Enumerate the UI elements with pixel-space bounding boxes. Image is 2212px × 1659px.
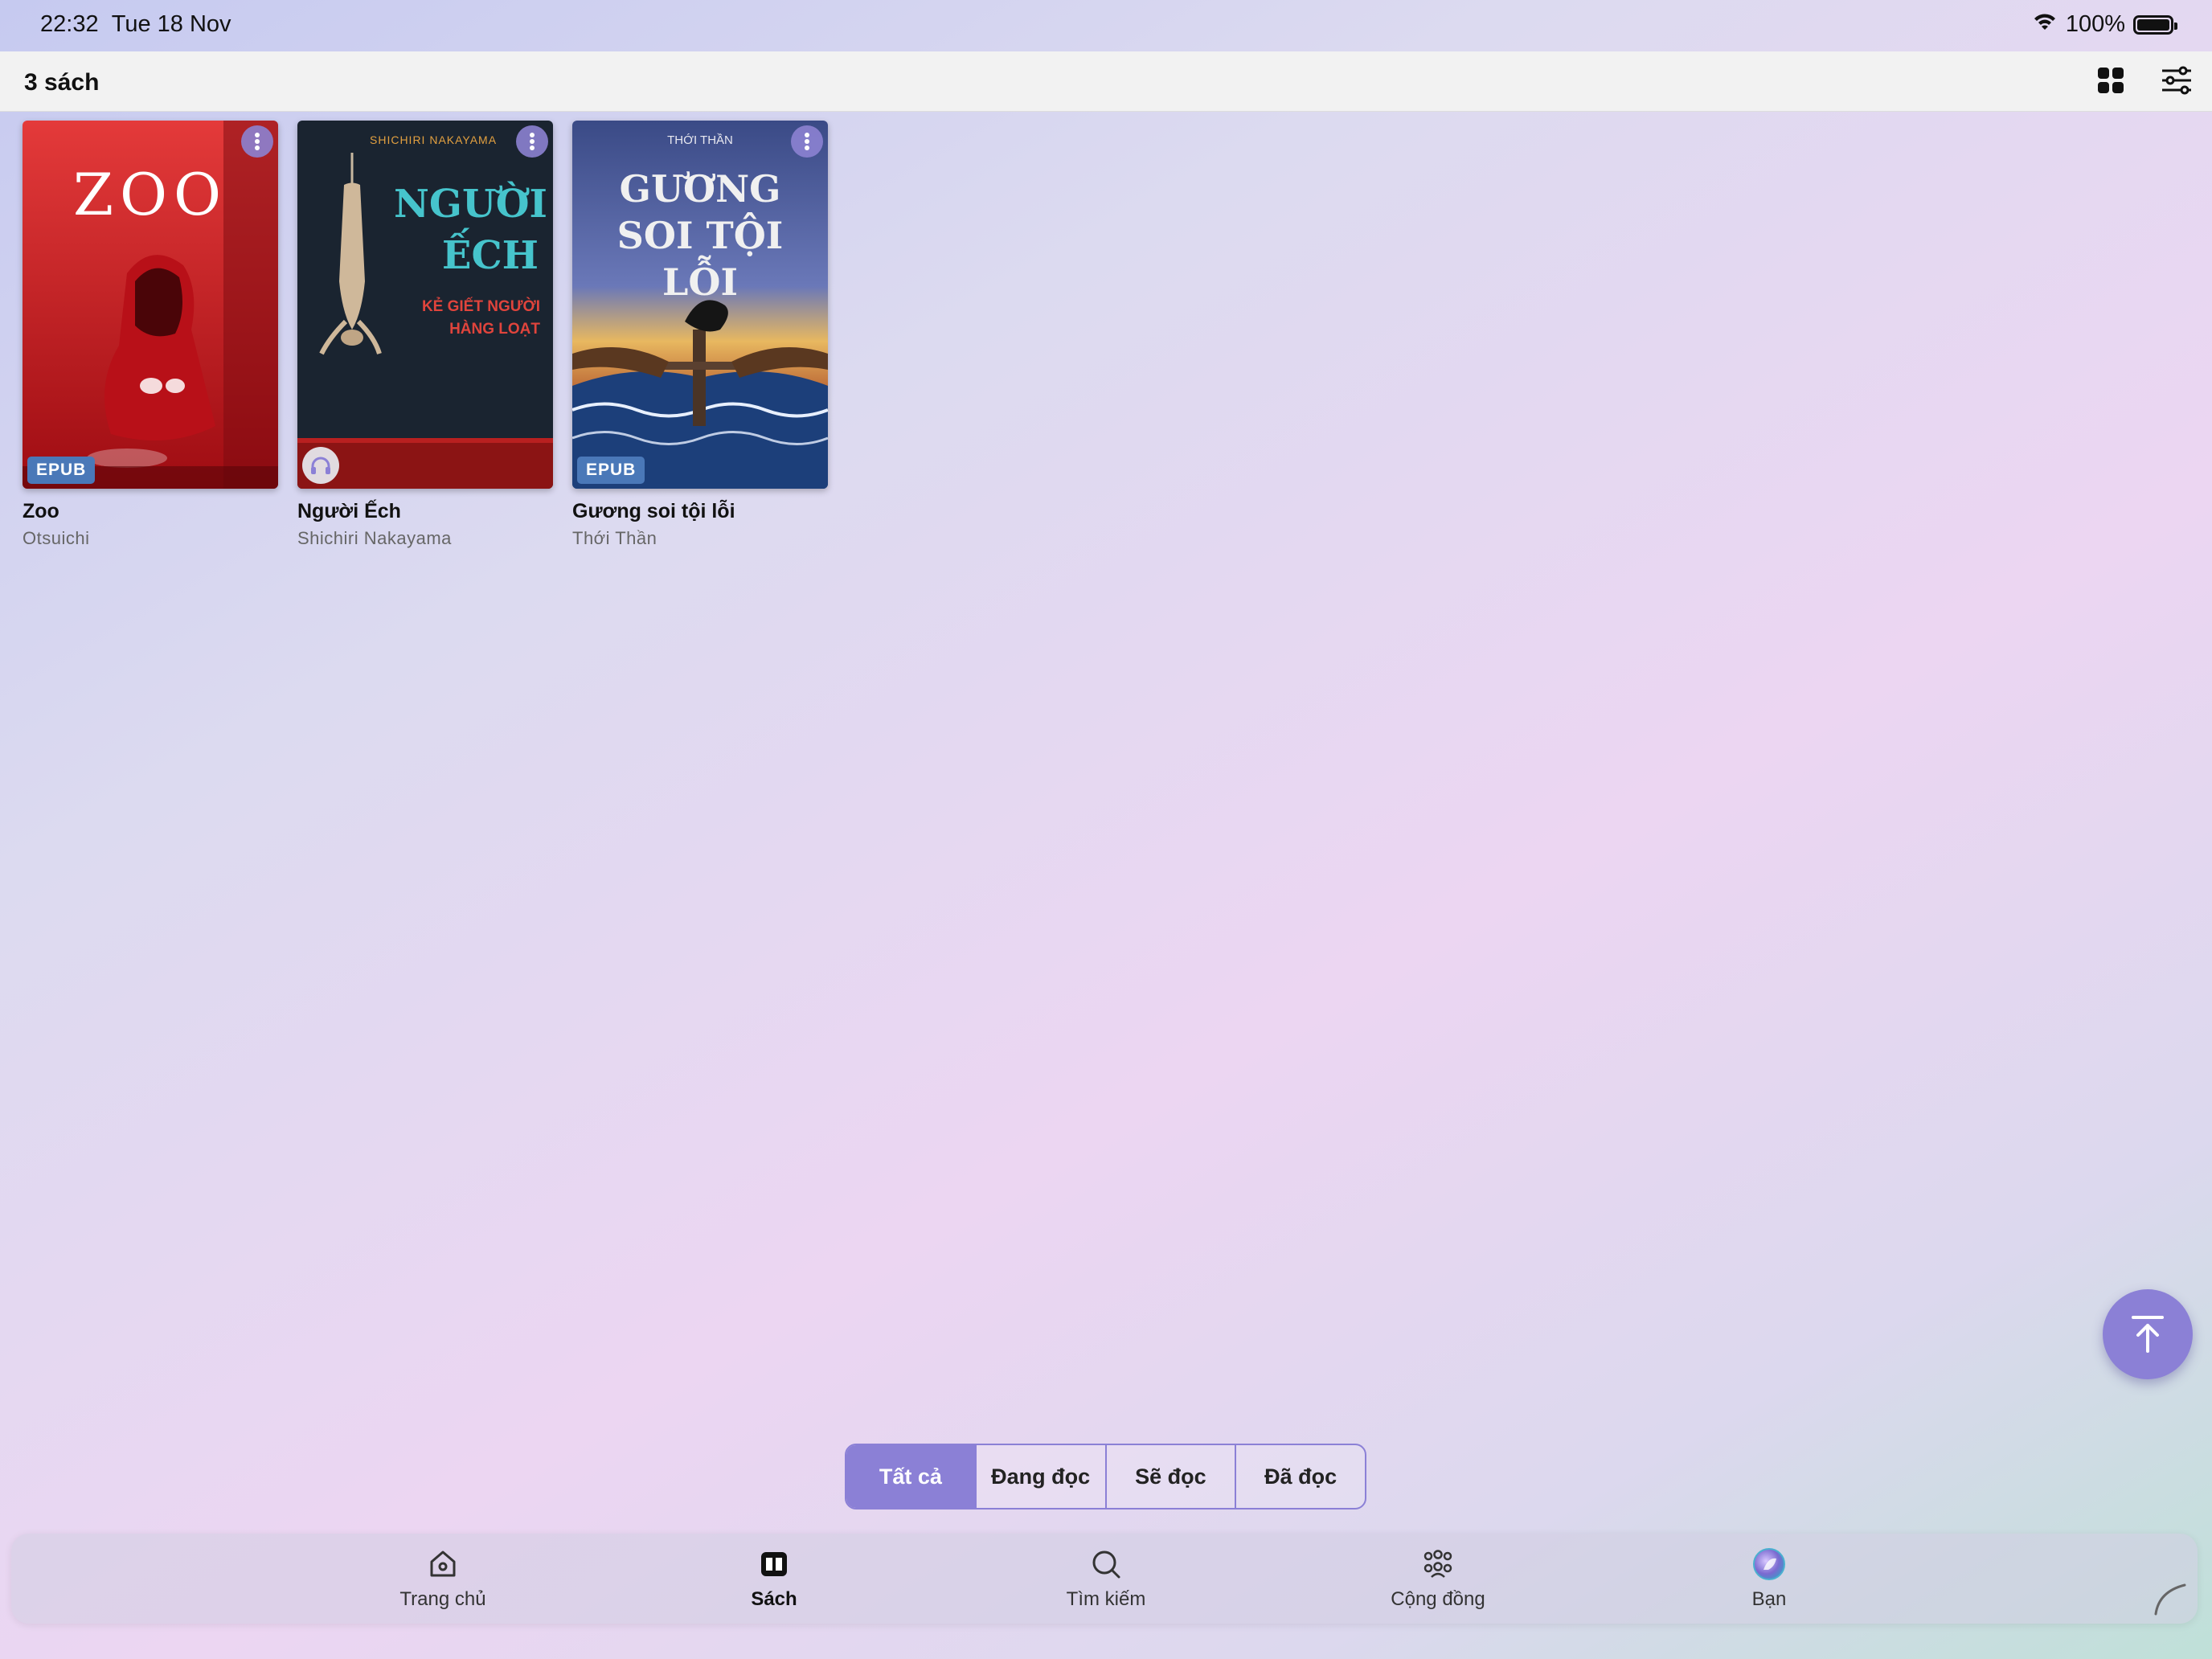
epub-badge: EPUB: [577, 457, 645, 484]
status-bar: 22:32 Tue 18 Nov 100%: [0, 0, 2212, 51]
reading-status-filter: Tất cả Đang đọc Sẽ đọc Đã đọc: [845, 1444, 1366, 1509]
book-title[interactable]: Zoo: [23, 500, 278, 523]
book-card-zoo[interactable]: ZOO EPUB Zoo Otsuichi: [23, 121, 278, 549]
filter-sliders-icon[interactable]: [2159, 63, 2194, 98]
book-icon: [760, 1546, 789, 1582]
book-title[interactable]: Gương soi tội lỗi: [572, 500, 828, 523]
filter-all[interactable]: Tất cả: [846, 1445, 975, 1508]
battery-icon: [2133, 14, 2177, 35]
bottom-tab-bar: Trang chủ Sách Tìm kiếm Cộng đồng Bạn: [11, 1534, 2198, 1624]
status-right: 100%: [2032, 11, 2177, 38]
cover-author-text: SHICHIRI NAKAYAMA: [370, 133, 498, 146]
book-menu-button[interactable]: [791, 125, 823, 158]
book-cover[interactable]: ZOO EPUB: [23, 121, 278, 489]
cover-title-text: GƯƠNG SOI TỘI LỖI: [616, 167, 784, 304]
tab-label: Cộng đồng: [1391, 1588, 1485, 1610]
book-author: Shichiri Nakayama: [297, 528, 452, 548]
grid-view-icon[interactable]: [2093, 63, 2128, 98]
cover-subtitle-text: KẺ GIẾT NGƯỜI HÀNG LOẠT: [421, 298, 540, 338]
scroll-to-top-button[interactable]: [2103, 1289, 2193, 1379]
tab-label: Sách: [751, 1588, 797, 1610]
community-icon: [1422, 1546, 1454, 1582]
tab-profile[interactable]: Bạn: [1673, 1546, 1866, 1611]
library-header: 3 sách: [0, 51, 2212, 112]
book-title[interactable]: Người Ếch: [297, 500, 553, 523]
arrow-up-to-line-icon: [2132, 1316, 2164, 1353]
book-card-nguoi-ech[interactable]: SHICHIRI NAKAYAMA NGƯỜI ẾCH KẺ GIẾT NGƯỜ…: [297, 121, 553, 549]
cover-title-text: NGƯỜI ẾCH: [394, 182, 547, 278]
book-count: 3 sách: [24, 69, 100, 96]
tab-label: Bạn: [1751, 1588, 1787, 1610]
date-text: Tue 18 Nov: [111, 11, 231, 37]
book-grid: ZOO EPUB Zoo Otsuichi SHICHIRI NAKAYAMA …: [23, 121, 828, 549]
epub-badge: EPUB: [27, 457, 96, 484]
book-menu-button[interactable]: [241, 125, 273, 158]
wifi-icon: [2032, 11, 2058, 38]
search-icon: [1091, 1546, 1121, 1582]
corner-indicator-icon: [2154, 1583, 2186, 1616]
cover-title-text: ZOO: [72, 161, 228, 228]
headphones-icon: [302, 447, 339, 484]
tab-community[interactable]: Cộng đồng: [1342, 1546, 1534, 1611]
tab-label: Trang chủ: [399, 1588, 486, 1610]
tab-books[interactable]: Sách: [678, 1546, 870, 1611]
book-cover[interactable]: THỚI THẦN GƯƠNG SOI TỘI LỖI EPUB: [572, 121, 828, 489]
filter-read[interactable]: Đã đọc: [1235, 1445, 1365, 1508]
book-card-guong-soi-toi-loi[interactable]: THỚI THẦN GƯƠNG SOI TỘI LỖI EPUB Gương s…: [572, 121, 828, 549]
filter-reading[interactable]: Đang đọc: [974, 1445, 1105, 1508]
status-time: 22:32 Tue 18 Nov: [40, 11, 231, 38]
avatar-icon: [1752, 1546, 1786, 1582]
time-text: 22:32: [40, 11, 99, 37]
tab-search[interactable]: Tìm kiếm: [1010, 1546, 1202, 1611]
book-menu-button[interactable]: [516, 125, 548, 158]
book-author: Thới Thần: [572, 528, 657, 548]
book-author: Otsuichi: [23, 528, 90, 548]
filter-want-to-read[interactable]: Sẽ đọc: [1104, 1445, 1235, 1508]
book-cover[interactable]: SHICHIRI NAKAYAMA NGƯỜI ẾCH KẺ GIẾT NGƯỜ…: [297, 121, 553, 489]
cover-author-text: THỚI THẦN: [667, 133, 733, 147]
tab-label: Tìm kiếm: [1066, 1588, 1146, 1610]
battery-percent: 100%: [2065, 11, 2125, 37]
tab-home[interactable]: Trang chủ: [346, 1546, 539, 1611]
home-icon: [428, 1546, 458, 1582]
